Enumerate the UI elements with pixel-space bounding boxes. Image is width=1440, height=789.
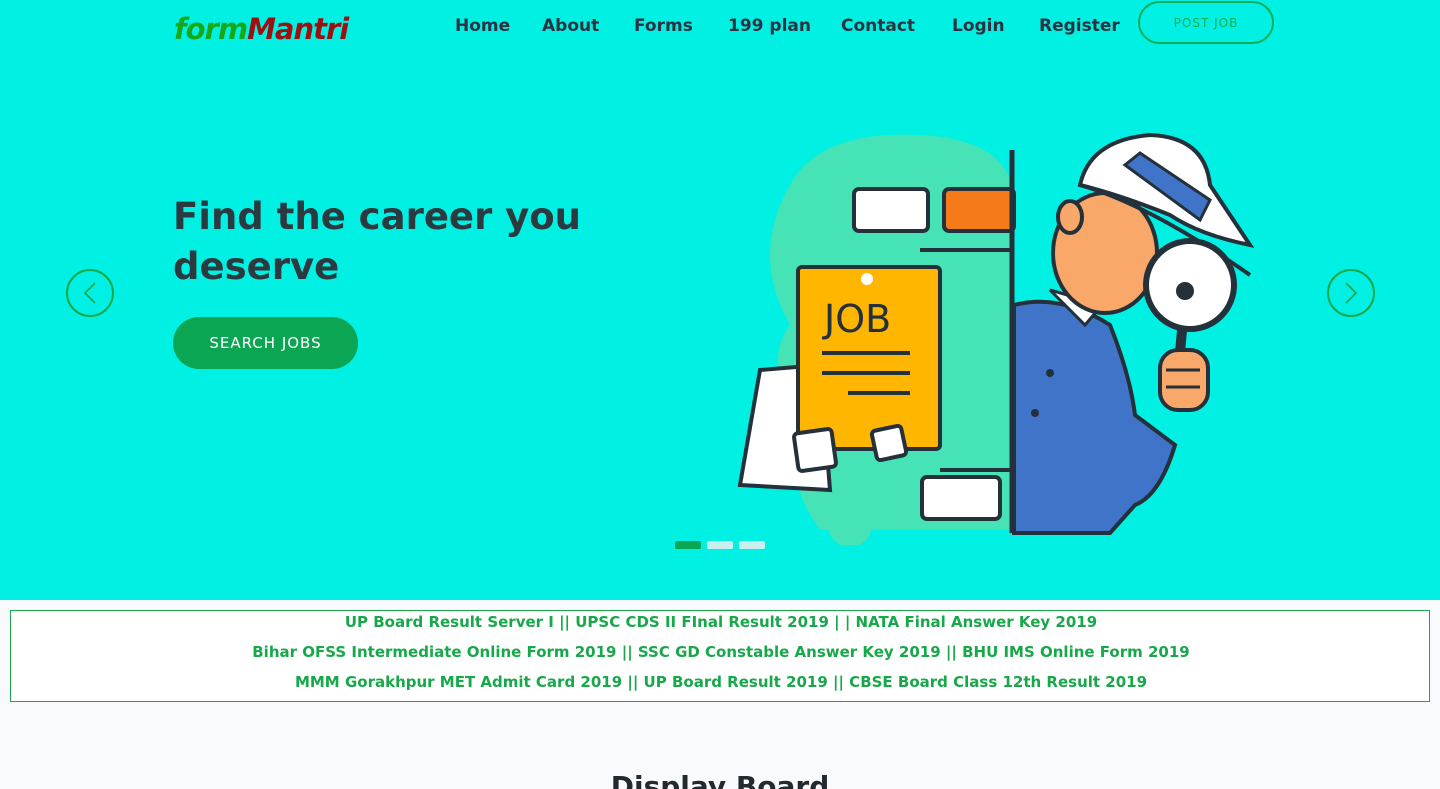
hero-headline-line1: Find the career you — [173, 195, 582, 238]
illustration-job-label: JOB — [822, 297, 891, 341]
nav-home[interactable]: Home — [455, 16, 510, 36]
hero-banner: formMantri Home About Forms 199 plan Con… — [0, 0, 1440, 600]
post-job-button[interactable]: POST JOB — [1138, 1, 1274, 44]
carousel-dot-2[interactable] — [707, 541, 733, 549]
detective-job-illustration: JOB — [737, 132, 1255, 545]
carousel-next-button[interactable] — [1327, 269, 1375, 317]
search-jobs-button[interactable]: SEARCH JOBS — [173, 317, 358, 369]
carousel-dot-3[interactable] — [739, 541, 765, 549]
carousel-prev-button[interactable] — [66, 269, 114, 317]
nav-contact[interactable]: Contact — [841, 16, 915, 36]
hero-headline: Find the career you deserve — [173, 192, 633, 292]
nav-forms[interactable]: Forms — [634, 16, 693, 36]
ticker-line-2[interactable]: Bihar OFSS Intermediate Online Form 2019… — [11, 643, 1431, 661]
nav-199-plan[interactable]: 199 plan — [728, 16, 811, 36]
chevron-left-icon — [83, 282, 96, 304]
carousel-dot-1[interactable] — [675, 541, 701, 549]
news-ticker: UP Board Result Server I || UPSC CDS II … — [10, 610, 1430, 702]
chevron-right-icon — [1345, 282, 1358, 304]
nav-login[interactable]: Login — [952, 16, 1005, 36]
ticker-line-3[interactable]: MMM Gorakhpur MET Admit Card 2019 || UP … — [11, 673, 1431, 691]
nav-about[interactable]: About — [542, 16, 599, 36]
hero-headline-line2: deserve — [173, 245, 340, 288]
ticker-line-1[interactable]: UP Board Result Server I || UPSC CDS II … — [11, 613, 1431, 631]
display-board-title: Display Board — [610, 770, 830, 789]
nav-register[interactable]: Register — [1039, 16, 1120, 36]
